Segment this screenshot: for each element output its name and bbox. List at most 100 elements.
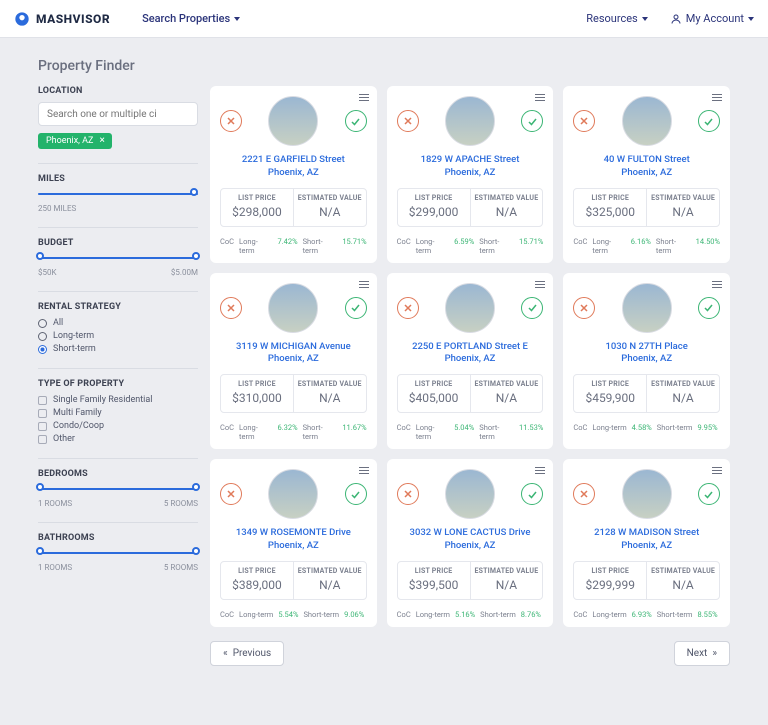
card-menu-icon[interactable]: [712, 94, 722, 101]
x-icon: [579, 303, 589, 313]
x-icon: [403, 303, 413, 313]
list-price-value: $389,000: [223, 578, 291, 592]
price-row: LIST PRICE $405,000 ESTIMATED VALUE N/A: [397, 374, 544, 413]
accept-button[interactable]: [698, 297, 720, 319]
accept-button[interactable]: [345, 110, 367, 132]
accept-button[interactable]: [521, 110, 543, 132]
bedrooms-slider[interactable]: [38, 485, 198, 493]
short-term-pct: 11.53%: [519, 423, 543, 432]
card-menu-icon[interactable]: [535, 467, 545, 474]
reject-button[interactable]: [573, 483, 595, 505]
prev-button[interactable]: « Previous: [210, 641, 284, 666]
coc-row: CoC Long-term4.58% Short-term9.95%: [573, 423, 720, 432]
location-chip[interactable]: Phoenix, AZ ×: [38, 133, 112, 149]
property-image: [622, 283, 672, 333]
property-card[interactable]: 3032 W LONE CACTUS DrivePhoenix, AZ LIST…: [387, 459, 554, 627]
property-address[interactable]: 1829 W APACHE StreetPhoenix, AZ: [397, 154, 544, 180]
reject-button[interactable]: [573, 297, 595, 319]
filter-bedrooms-label: BEDROOMS: [38, 469, 198, 479]
brand-logo[interactable]: MASHVISOR: [14, 11, 110, 27]
property-card[interactable]: 40 W FULTON StreetPhoenix, AZ LIST PRICE…: [563, 86, 730, 263]
list-price-label: LIST PRICE: [576, 380, 644, 388]
reject-button[interactable]: [397, 110, 419, 132]
property-address[interactable]: 1030 N 27TH PlacePhoenix, AZ: [573, 341, 720, 367]
property-address[interactable]: 3032 W LONE CACTUS DrivePhoenix, AZ: [397, 527, 544, 553]
strategy-option[interactable]: Short-term: [38, 344, 198, 354]
reject-button[interactable]: [397, 483, 419, 505]
filter-bathrooms-label: BATHROOMS: [38, 533, 198, 543]
accept-button[interactable]: [698, 110, 720, 132]
long-term-pct: 6.32%: [277, 423, 297, 432]
est-value-value: N/A: [649, 391, 717, 405]
budget-slider[interactable]: [38, 254, 198, 262]
accept-button[interactable]: [345, 483, 367, 505]
card-menu-icon[interactable]: [712, 281, 722, 288]
filter-location-label: LOCATION: [38, 86, 198, 96]
nav-search-properties[interactable]: Search Properties: [142, 12, 240, 25]
accept-button[interactable]: [521, 483, 543, 505]
property-address[interactable]: 2128 W MADISON StreetPhoenix, AZ: [573, 527, 720, 553]
coc-row: CoC Long-term5.04% Short-term11.53%: [397, 423, 544, 441]
card-menu-icon[interactable]: [359, 281, 369, 288]
reject-button[interactable]: [397, 297, 419, 319]
card-menu-icon[interactable]: [535, 94, 545, 101]
property-address[interactable]: 2221 E GARFIELD StreetPhoenix, AZ: [220, 154, 367, 180]
bathrooms-slider[interactable]: [38, 549, 198, 557]
check-icon: [350, 489, 361, 500]
card-menu-icon[interactable]: [359, 94, 369, 101]
reject-button[interactable]: [220, 110, 242, 132]
property-image: [445, 469, 495, 519]
location-search-input[interactable]: [38, 102, 198, 126]
accept-button[interactable]: [698, 483, 720, 505]
property-address[interactable]: 40 W FULTON StreetPhoenix, AZ: [573, 154, 720, 180]
accept-button[interactable]: [521, 297, 543, 319]
est-value-label: ESTIMATED VALUE: [296, 567, 364, 575]
reject-button[interactable]: [573, 110, 595, 132]
reject-button[interactable]: [220, 483, 242, 505]
x-icon: [226, 303, 236, 313]
type-option[interactable]: Condo/Coop: [38, 421, 198, 431]
property-card[interactable]: 2128 W MADISON StreetPhoenix, AZ LIST PR…: [563, 459, 730, 627]
property-card[interactable]: 3119 W MICHIGAN AvenuePhoenix, AZ LIST P…: [210, 273, 377, 450]
reject-button[interactable]: [220, 297, 242, 319]
type-option[interactable]: Other: [38, 434, 198, 444]
property-image: [268, 283, 318, 333]
miles-slider[interactable]: [38, 190, 198, 198]
close-icon[interactable]: ×: [99, 136, 104, 146]
accept-button[interactable]: [345, 297, 367, 319]
radio-icon: [38, 319, 47, 328]
long-term-pct: 7.42%: [277, 237, 297, 246]
x-icon: [579, 489, 589, 499]
property-card[interactable]: 1349 W ROSEMONTE DrivePhoenix, AZ LIST P…: [210, 459, 377, 627]
est-value-label: ESTIMATED VALUE: [473, 567, 541, 575]
nav-my-account[interactable]: My Account: [670, 12, 754, 25]
strategy-option[interactable]: Long-term: [38, 331, 198, 341]
strategy-option[interactable]: All: [38, 318, 198, 328]
short-term-pct: 14.50%: [696, 237, 720, 246]
property-image: [268, 96, 318, 146]
filters-sidebar: LOCATION Phoenix, AZ × MILES 250 MILES B…: [38, 86, 198, 666]
checkbox-icon: [38, 396, 47, 405]
type-option[interactable]: Single Family Residential: [38, 395, 198, 405]
card-menu-icon[interactable]: [535, 281, 545, 288]
est-value-label: ESTIMATED VALUE: [296, 380, 364, 388]
list-price-label: LIST PRICE: [400, 194, 468, 202]
checkbox-icon: [38, 435, 47, 444]
property-card[interactable]: 1829 W APACHE StreetPhoenix, AZ LIST PRI…: [387, 86, 554, 263]
est-value-value: N/A: [296, 578, 364, 592]
property-card[interactable]: 2250 E PORTLAND Street EPhoenix, AZ LIST…: [387, 273, 554, 450]
card-menu-icon[interactable]: [712, 467, 722, 474]
property-address[interactable]: 2250 E PORTLAND Street EPhoenix, AZ: [397, 341, 544, 367]
est-value-value: N/A: [649, 578, 717, 592]
property-card[interactable]: 2221 E GARFIELD StreetPhoenix, AZ LIST P…: [210, 86, 377, 263]
type-option[interactable]: Multi Family: [38, 408, 198, 418]
list-price-value: $325,000: [576, 205, 644, 219]
user-icon: [670, 13, 682, 25]
next-button[interactable]: Next »: [674, 641, 730, 666]
list-price-value: $299,000: [400, 205, 468, 219]
card-menu-icon[interactable]: [359, 467, 369, 474]
property-address[interactable]: 1349 W ROSEMONTE DrivePhoenix, AZ: [220, 527, 367, 553]
property-card[interactable]: 1030 N 27TH PlacePhoenix, AZ LIST PRICE …: [563, 273, 730, 450]
nav-resources[interactable]: Resources: [586, 12, 648, 25]
property-address[interactable]: 3119 W MICHIGAN AvenuePhoenix, AZ: [220, 341, 367, 367]
